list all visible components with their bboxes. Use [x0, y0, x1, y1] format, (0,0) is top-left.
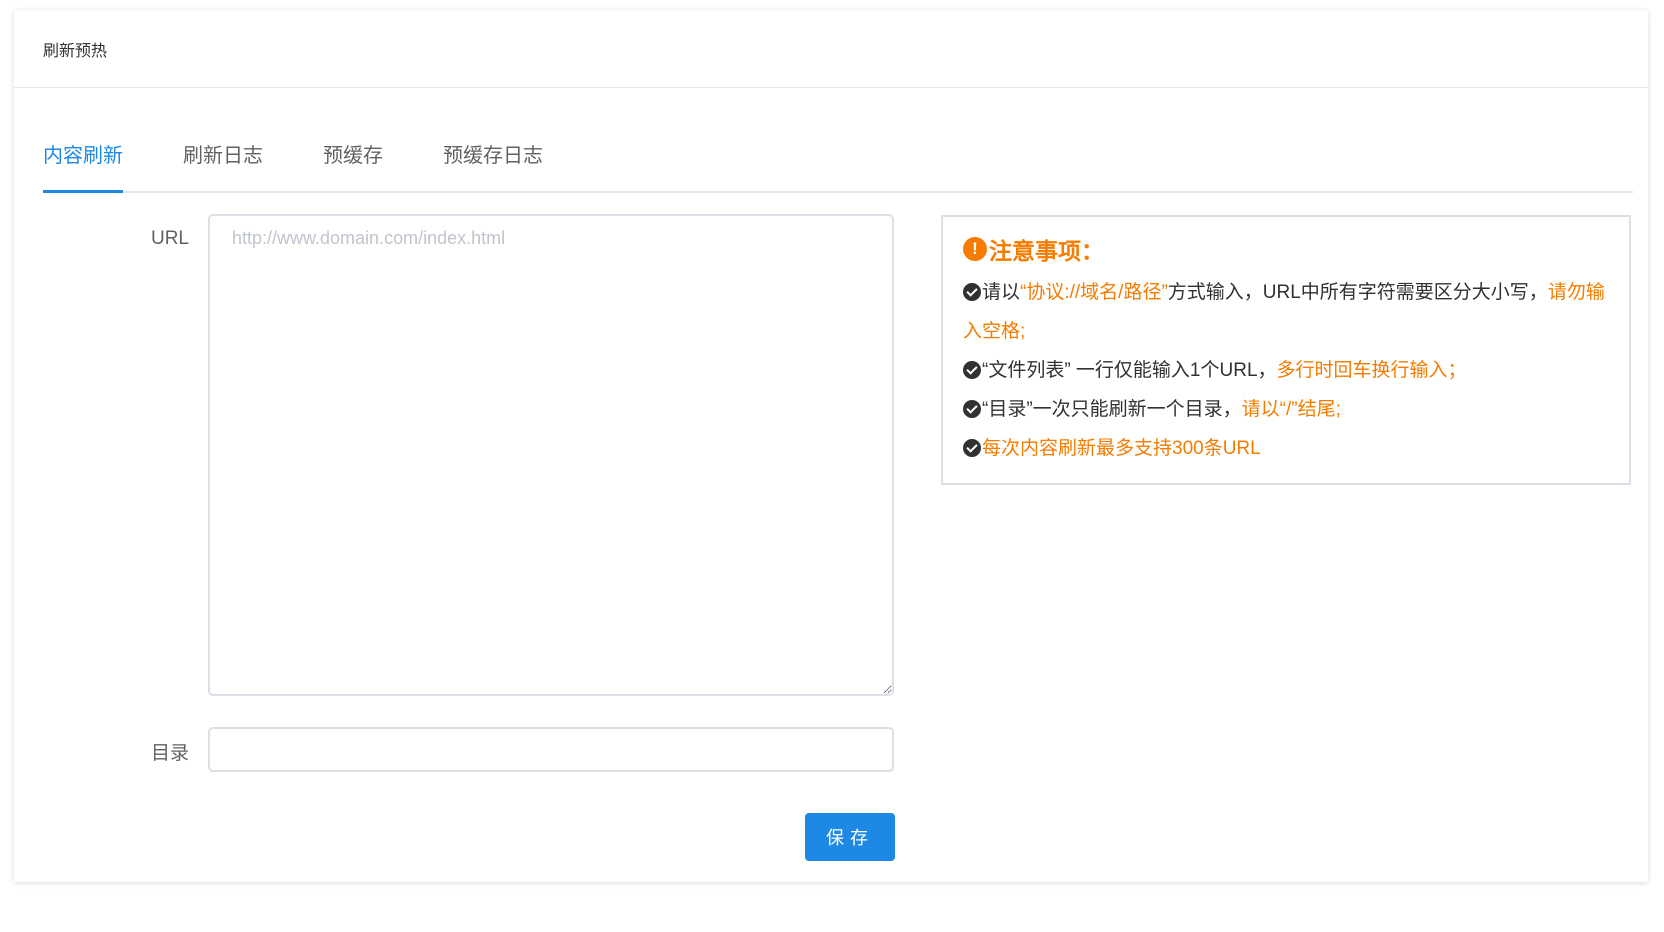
url-label: URL [150, 228, 189, 249]
card-header: 刷新预热 [14, 10, 1648, 88]
notice-text: “文件列表” 一行仅能输入1个URL， [982, 360, 1277, 381]
notice-panel: ! 注意事项： 请以“协议://域名/路径”方式输入，URL中所有字符需要区分大… [941, 215, 1631, 485]
save-button[interactable]: 保存 [805, 813, 895, 861]
notice-highlight: 每次内容刷新最多支持300条URL [982, 438, 1261, 459]
notice-title: ! 注意事项： [963, 233, 1609, 265]
url-textarea[interactable] [208, 214, 894, 696]
directory-input[interactable] [208, 727, 894, 772]
notice-item: “目录”一次只能刷新一个目录，请以“/”结尾; [963, 390, 1609, 429]
tab-bar: 内容刷新 刷新日志 预缓存 预缓存日志 [43, 128, 1633, 193]
notice-text: 请以 [982, 282, 1021, 303]
exclamation-icon: ! [963, 237, 987, 261]
page-title: 刷新预热 [43, 42, 108, 60]
notice-item: “文件列表” 一行仅能输入1个URL，多行时回车换行输入； [963, 351, 1609, 390]
notice-highlight: 多行时回车换行输入； [1276, 360, 1467, 381]
tab-precache-log[interactable]: 预缓存日志 [443, 128, 543, 191]
refresh-prefetch-card: 刷新预热 内容刷新 刷新日志 预缓存 预缓存日志 URL 目录 保存 ! 注意事… [14, 10, 1648, 882]
notice-text: 方式输入，URL中所有字符需要区分大小写， [1167, 282, 1548, 303]
notice-highlight: 请以“/”结尾; [1241, 399, 1341, 420]
tab-content-refresh[interactable]: 内容刷新 [43, 128, 123, 193]
notice-text: “目录”一次只能刷新一个目录， [982, 399, 1242, 420]
tab-refresh-log[interactable]: 刷新日志 [183, 128, 263, 191]
check-circle-icon [963, 283, 981, 301]
tab-precache[interactable]: 预缓存 [323, 128, 383, 191]
check-circle-icon [963, 400, 981, 418]
check-circle-icon [963, 361, 981, 379]
notice-title-text: 注意事项： [989, 238, 1104, 264]
notice-highlight: “协议://域名/路径” [1020, 282, 1168, 303]
notice-item: 请以“协议://域名/路径”方式输入，URL中所有字符需要区分大小写，请勿输入空… [963, 273, 1609, 351]
notice-item: 每次内容刷新最多支持300条URL [963, 429, 1609, 468]
directory-label: 目录 [150, 743, 189, 764]
check-circle-icon [963, 439, 981, 457]
